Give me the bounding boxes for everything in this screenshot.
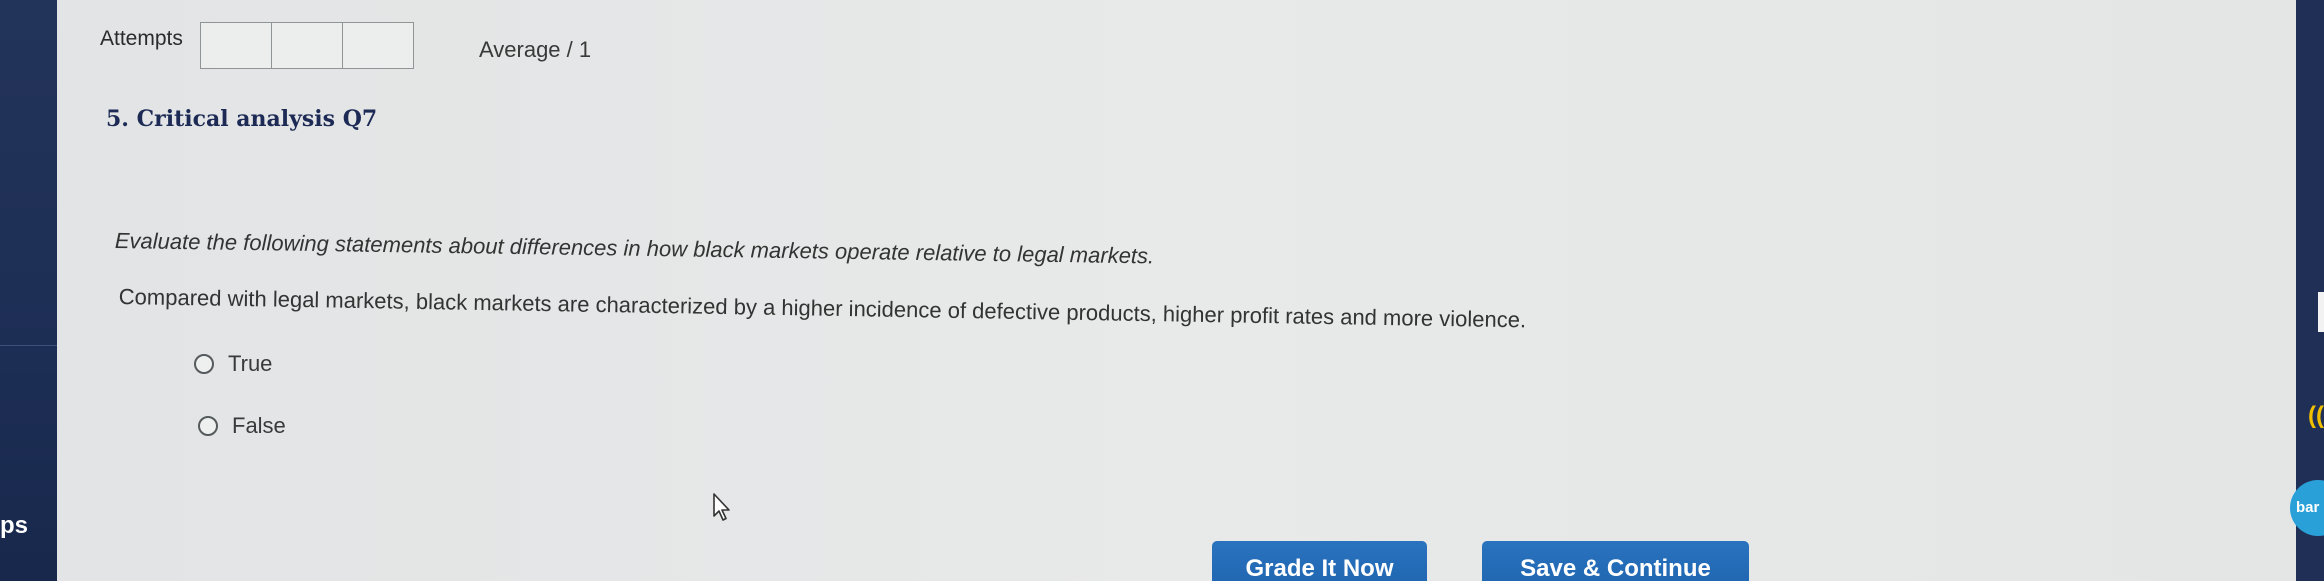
wifi-icon: (( xyxy=(2308,402,2324,429)
save-continue-button[interactable]: Save & Continue xyxy=(1482,541,1749,581)
left-sidebar: ps xyxy=(0,0,57,581)
question-panel: Attempts Average / 1 5. Critical analysi… xyxy=(57,0,2296,581)
option-false-label: False xyxy=(232,413,286,438)
grade-it-now-button[interactable]: Grade It Now xyxy=(1212,541,1427,581)
option-false[interactable]: False xyxy=(198,413,286,439)
attempt-indicators xyxy=(200,22,414,69)
option-true-label: True xyxy=(228,351,273,376)
radio-false[interactable] xyxy=(198,416,218,436)
right-sidebar: (( bar xyxy=(2290,0,2324,581)
screen: ps Attempts Average / 1 5. Critical anal… xyxy=(0,0,2324,581)
scroll-marker xyxy=(2318,292,2324,332)
mouse-pointer-icon xyxy=(713,493,730,521)
assistant-badge[interactable]: bar xyxy=(2290,480,2324,536)
attempt-box xyxy=(271,22,343,69)
attempt-box xyxy=(342,22,414,69)
attempts-label: Attempts xyxy=(100,27,183,50)
sidebar-divider xyxy=(0,345,57,346)
sidebar-label[interactable]: ps xyxy=(0,512,28,540)
question-prompt: Evaluate the following statements about … xyxy=(114,228,1155,269)
option-true[interactable]: True xyxy=(194,351,272,377)
question-statement: Compared with legal markets, black marke… xyxy=(118,284,1527,333)
attempt-box xyxy=(200,22,272,69)
average-score: Average / 1 xyxy=(479,37,592,62)
question-title: 5. Critical analysis Q7 xyxy=(106,106,378,132)
radio-true[interactable] xyxy=(194,354,214,374)
